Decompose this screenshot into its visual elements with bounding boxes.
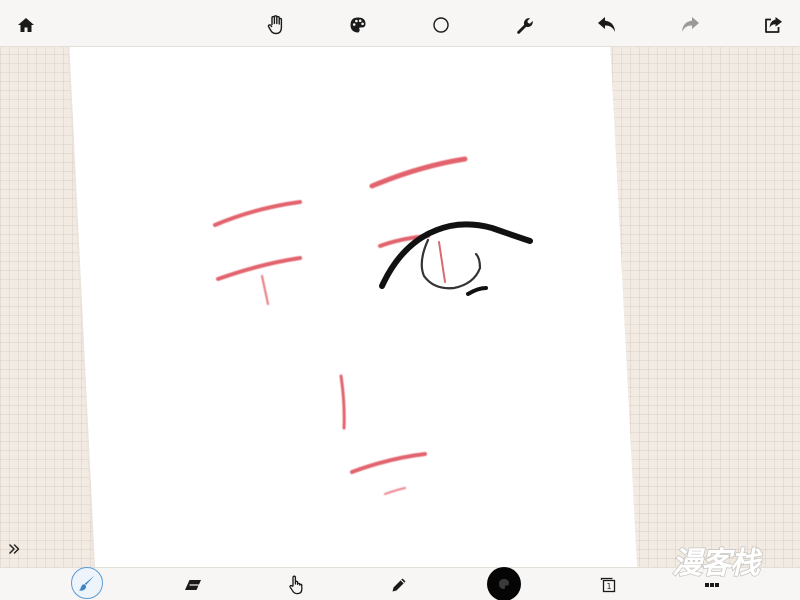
- shape-tool-button[interactable]: [426, 10, 456, 40]
- eraser-button[interactable]: [178, 570, 208, 600]
- more-icon: [705, 583, 719, 587]
- brush-button[interactable]: [71, 567, 103, 599]
- layer-count: 1: [606, 582, 611, 591]
- pencil-button[interactable]: [384, 570, 414, 600]
- paper-sheet: [69, 40, 637, 567]
- bottom-toolbar: 1: [0, 567, 800, 600]
- redo-icon: [682, 17, 699, 32]
- home-button[interactable]: [11, 10, 41, 40]
- palette-icon: [350, 17, 366, 33]
- eraser-icon: [185, 580, 201, 590]
- drawing-canvas[interactable]: [0, 0, 800, 600]
- home-icon: [18, 18, 34, 32]
- share-icon: [764, 17, 782, 33]
- palette-icon: [499, 579, 509, 590]
- wrench-icon: [517, 18, 533, 34]
- color-swatch-button[interactable]: [487, 567, 521, 600]
- share-button[interactable]: [758, 10, 788, 40]
- layers-button[interactable]: 1: [593, 570, 623, 600]
- sidebar-toggle[interactable]: [6, 540, 22, 558]
- smudge-button[interactable]: [281, 570, 311, 600]
- more-button[interactable]: [697, 570, 727, 600]
- settings-button[interactable]: [509, 10, 539, 40]
- color-palette-button[interactable]: [343, 10, 373, 40]
- undo-icon: [598, 17, 615, 32]
- top-toolbar: [0, 0, 800, 47]
- double-chevron-right-icon: [8, 544, 19, 554]
- brush-icon: [79, 575, 95, 591]
- hand-tool-button[interactable]: [261, 10, 291, 40]
- finger-smudge-icon: [289, 575, 303, 595]
- undo-button[interactable]: [592, 10, 622, 40]
- pencil-icon: [392, 578, 406, 592]
- hand-icon: [267, 15, 283, 35]
- layers-icon: 1: [600, 577, 616, 593]
- circle-icon: [433, 17, 449, 33]
- redo-button[interactable]: [675, 10, 705, 40]
